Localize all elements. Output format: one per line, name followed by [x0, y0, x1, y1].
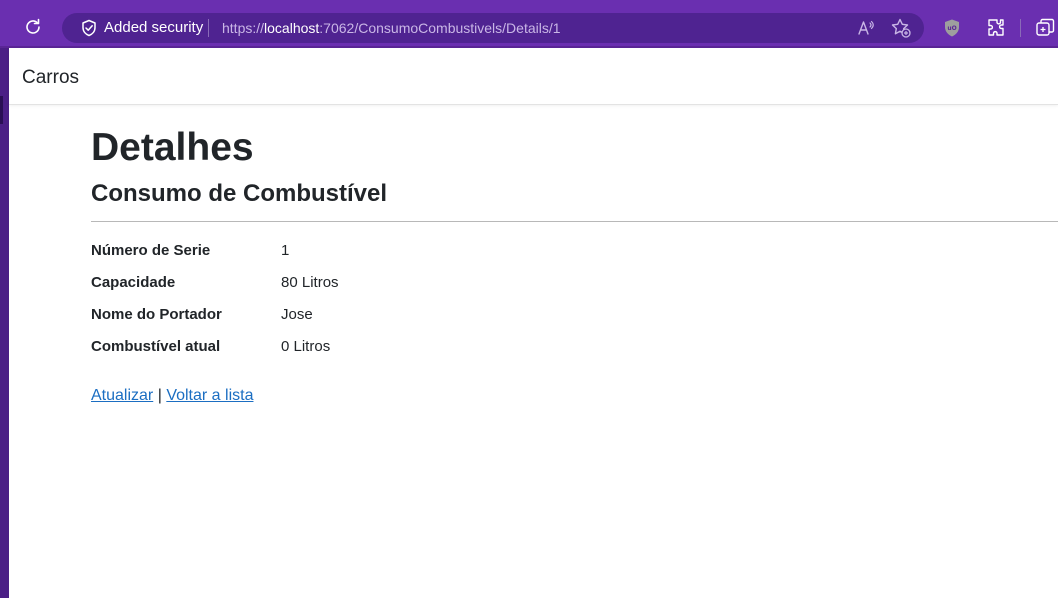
url-path: :7062/ConsumoCombustivels/Details/1 — [319, 20, 561, 36]
address-divider — [208, 19, 209, 37]
side-strip-marker — [0, 96, 3, 124]
url-scheme: https:// — [222, 20, 265, 36]
detail-value-serial: 1 — [281, 242, 290, 259]
extensions-icon[interactable] — [985, 17, 1007, 39]
detail-value-owner: Jose — [281, 306, 313, 323]
shield-icon[interactable] — [80, 19, 98, 37]
navbar-brand[interactable]: Carros — [22, 66, 79, 90]
edit-link[interactable]: Atualizar — [91, 387, 153, 404]
page-title: Detalhes — [91, 126, 254, 169]
section-divider — [91, 221, 1058, 222]
detail-term-current-fuel: Combustível atual — [91, 338, 221, 355]
window-side-strip — [0, 48, 9, 598]
site-navbar — [9, 48, 1058, 105]
action-links: Atualizar | Voltar a lista — [91, 385, 253, 407]
refresh-icon[interactable] — [22, 16, 44, 38]
detail-term-owner: Nome do Portador — [91, 306, 222, 323]
page-subtitle: Consumo de Combustível — [91, 180, 388, 207]
url-host: localhost — [264, 20, 320, 36]
favorites-icon[interactable] — [890, 17, 912, 39]
toolbar-divider — [1020, 19, 1021, 37]
detail-value-current-fuel: 0 Litros — [281, 338, 331, 355]
detail-term-serial: Número de Serie — [91, 242, 211, 259]
security-label[interactable]: Added security — [104, 19, 203, 37]
back-to-list-link[interactable]: Voltar a lista — [166, 387, 253, 404]
svg-text:uO: uO — [947, 25, 956, 32]
detail-term-capacity: Capacidade — [91, 274, 176, 291]
collections-icon[interactable] — [1034, 17, 1056, 39]
detail-value-capacity: 80 Litros — [281, 274, 339, 291]
read-aloud-icon[interactable] — [856, 18, 876, 38]
url-text[interactable]: https://localhost:7062/ConsumoCombustive… — [222, 19, 561, 37]
link-separator: | — [157, 387, 162, 404]
ublock-icon[interactable]: uO — [942, 18, 962, 38]
